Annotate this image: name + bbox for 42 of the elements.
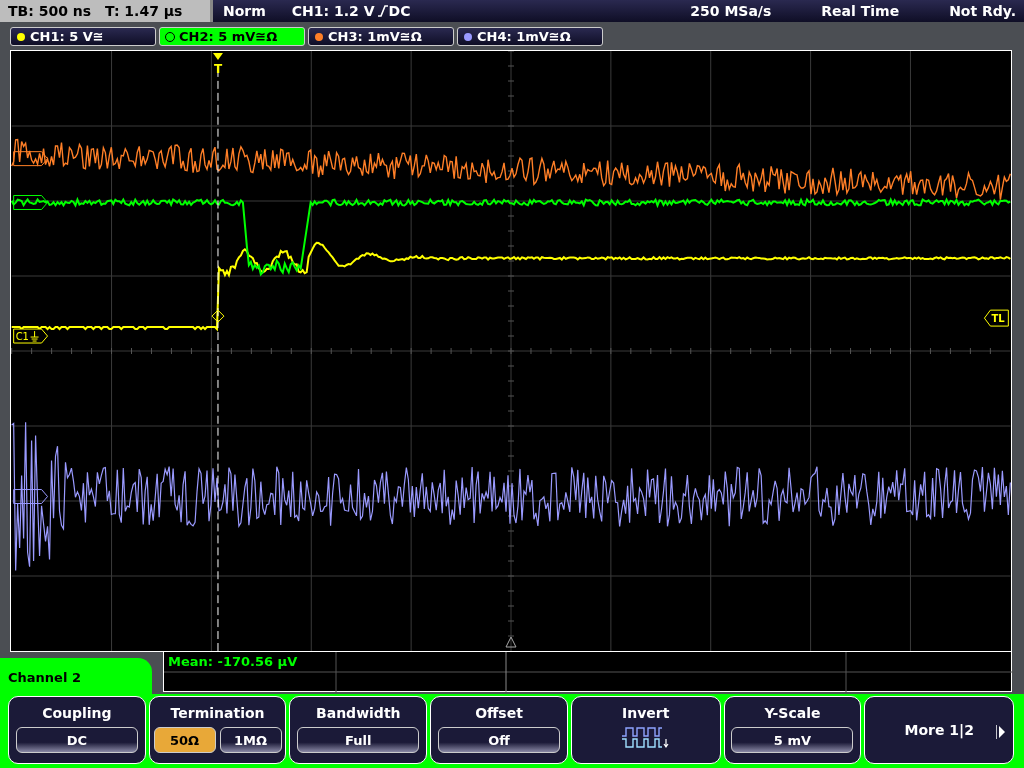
level-marker-outline [983, 309, 1009, 327]
option-button[interactable]: 1MΩ [219, 727, 282, 753]
rising-edge-icon [377, 5, 388, 17]
softkey-label: Offset [475, 705, 523, 721]
trigger-coupling: DC [388, 3, 411, 19]
next-page-icon [996, 725, 1006, 739]
softkey-label: Coupling [42, 705, 112, 721]
trigger-level-marker: TL [991, 313, 1005, 325]
channel-tab[interactable]: CH3: 1mV≅Ω [308, 27, 454, 46]
softkey-label: Termination [170, 705, 265, 721]
invert-waveform-icon [621, 727, 670, 749]
measurement-result: Mean: -170.56 µV [168, 654, 298, 669]
ground-icon [30, 330, 40, 342]
trigger-source: CH1: 1.2 V [291, 3, 375, 19]
sample-rate: 250 MSa/s [690, 3, 772, 19]
softkey-value-button[interactable]: DC [15, 727, 138, 753]
option-button[interactable]: 50Ω [153, 727, 216, 753]
menu-title: Channel 2 [8, 670, 81, 685]
center-triangle-icon [505, 636, 517, 648]
more-softkey[interactable]: More 1|2 [864, 696, 1015, 764]
channel-tab[interactable]: CH2: 5 mV≅Ω [159, 27, 305, 46]
run-state: Not Rdy. [949, 3, 1016, 19]
trigger-marker-icon [213, 53, 223, 60]
softkey-value-button[interactable]: Full [297, 727, 420, 753]
softkey-label: Y-Scale [764, 705, 821, 721]
softkey-label: Bandwidth [316, 705, 401, 721]
invert-softkey[interactable]: Invert [570, 696, 721, 764]
channel-marker-icon [13, 195, 49, 210]
softkey-value-button[interactable]: Off [438, 727, 560, 753]
channel-marker-icon [13, 489, 49, 504]
acquisition-mode: Real Time [821, 3, 900, 19]
channel-marker-icon [13, 151, 49, 167]
trigger-marker: T [213, 61, 223, 76]
trigger-time: T: 1.47 µs [105, 3, 183, 19]
channel-tab[interactable]: CH4: 1mV≅Ω [457, 27, 603, 46]
softkey-value-button[interactable]: 5 mV [731, 727, 854, 753]
channel-marker-outline [13, 328, 49, 344]
channel-tab[interactable]: CH1: 5 V≅ [10, 27, 156, 46]
trigger-mode: Norm [223, 3, 266, 19]
channel-marker: C1 [15, 331, 29, 343]
trigger-point-icon [211, 309, 225, 323]
timebase: TB: 500 ns [8, 3, 92, 19]
